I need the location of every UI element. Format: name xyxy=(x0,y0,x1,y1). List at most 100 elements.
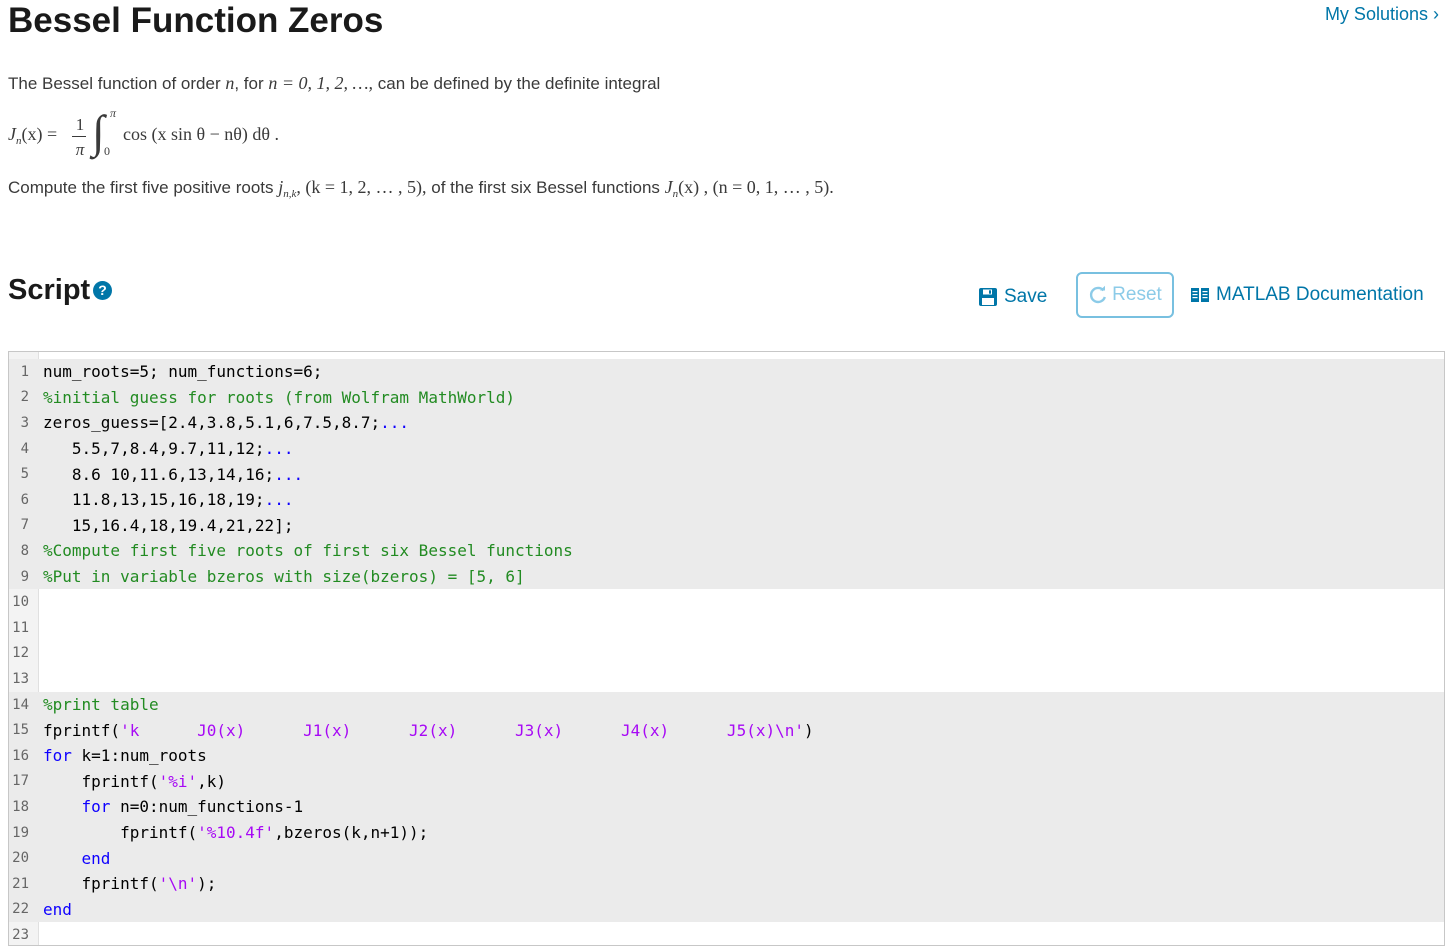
line-number: 18 xyxy=(12,798,29,815)
my-solutions-label: My Solutions xyxy=(1324,4,1428,24)
refresh-icon xyxy=(1090,285,1107,304)
code-line[interactable]: 10 xyxy=(9,589,1444,615)
line-number: 15 xyxy=(12,722,29,739)
code-line: 2 %initial guess for roots (from Wolfram … xyxy=(9,384,1444,411)
line-number: 12 xyxy=(12,645,29,662)
code-editor[interactable]: 1 num_roots=5; num_functions=6; 2 %initial … xyxy=(8,351,1445,946)
line-number: 7 xyxy=(20,517,29,534)
floppy-disk-icon xyxy=(979,288,997,306)
code-token: fprintf( xyxy=(43,771,159,791)
reset-button[interactable]: Reset xyxy=(1076,272,1174,318)
line-number: 11 xyxy=(12,619,29,636)
save-label: Save xyxy=(1004,286,1048,307)
code-text: %print table xyxy=(38,695,1444,714)
line-number: 1 xyxy=(20,363,29,380)
line-number: 8 xyxy=(20,542,29,559)
intro-text-3: can be defined by the definite integral xyxy=(373,74,661,93)
code-token: fprintf( xyxy=(43,720,121,740)
code-line: 22 end xyxy=(9,896,1444,923)
line-number: 21 xyxy=(12,875,29,892)
code-text: end xyxy=(38,900,1444,919)
code-token: 5.5,7,8.4,9.7,11,12; xyxy=(43,439,265,459)
formula-numerator: 1 xyxy=(75,115,85,134)
code-text: fprintf('k J0(x) J1(x) J2(x) J3(x) J4(x)… xyxy=(38,721,1444,740)
code-token: end xyxy=(81,848,111,868)
code-line: 1 num_roots=5; num_functions=6; xyxy=(9,359,1444,385)
formula-integrand: cos (x sin θ − nθ) dθ . xyxy=(123,124,280,144)
intro-equation: n = 0, 1, 2, …, xyxy=(268,73,374,93)
code-token: ); xyxy=(197,874,217,894)
code-line: 3 zeros_guess=[2.4,3.8,5.1,6,7.5,8.7;... xyxy=(9,410,1444,436)
line-number: 20 xyxy=(12,850,29,867)
code-text: %initial guess for roots (from Wolfram M… xyxy=(38,388,1444,407)
code-token: for xyxy=(43,746,72,766)
book-icon xyxy=(1191,288,1209,302)
code-text: 15,16.4,18,19.4,21,22]; xyxy=(38,516,1444,535)
code-token: '\n' xyxy=(158,874,198,894)
code-token: n=0:num_functions-1 xyxy=(110,797,304,817)
formula-lhs: Jn(x) = xyxy=(8,124,58,147)
code-token: 15,16.4,18,19.4,21,22]; xyxy=(43,515,294,535)
code-token: 11.8,13,15,16,18,19; xyxy=(43,490,265,510)
code-token: ... xyxy=(264,490,294,510)
reset-label: Reset xyxy=(1112,284,1162,305)
formula-fraction-bar xyxy=(72,136,86,137)
code-text: end xyxy=(38,849,1444,868)
intro-text-2: , for xyxy=(234,74,269,93)
code-text: %Compute first five roots of first six B… xyxy=(38,541,1444,560)
line-number: 22 xyxy=(12,901,29,918)
code-token: '%i' xyxy=(158,771,198,791)
code-line: 18 for n=0:num_functions-1 xyxy=(9,794,1444,820)
code-text: 11.8,13,15,16,18,19;... xyxy=(38,490,1444,509)
code-token: ) xyxy=(804,720,814,740)
code-token: k=1:num_roots xyxy=(71,746,207,766)
formula-denominator: π xyxy=(75,140,85,159)
code-line: 8 %Compute first five roots of first six … xyxy=(9,538,1444,564)
integral-upper-limit: π xyxy=(110,106,117,120)
code-token: ... xyxy=(380,413,410,433)
code-line: 16 for k=1:num_roots xyxy=(9,743,1444,769)
matlab-documentation-link[interactable]: MATLAB Documentation xyxy=(1190,281,1424,309)
code-token: %print table xyxy=(43,695,159,715)
code-line[interactable]: 12 xyxy=(9,641,1444,667)
my-solutions-link[interactable]: My Solutions › xyxy=(1325,2,1439,26)
save-button[interactable]: Save xyxy=(978,283,1047,311)
line-number: 5 xyxy=(20,466,29,483)
line-number: 9 xyxy=(20,568,29,585)
code-text: num_roots=5; num_functions=6; xyxy=(38,362,1444,381)
line-number: 14 xyxy=(12,696,29,713)
task-j-sub: n,k xyxy=(283,188,297,200)
chevron-right-icon: › xyxy=(1433,4,1439,24)
code-line: 20 end xyxy=(9,845,1444,871)
code-line: 6 11.8,13,15,16,18,19;... xyxy=(9,487,1444,513)
task-text: Compute the first five positive roots xyxy=(8,178,279,197)
code-text: fprintf('\n'); xyxy=(38,874,1444,893)
code-token: fprintf( xyxy=(43,823,198,843)
code-line[interactable]: 13 xyxy=(9,666,1444,692)
code-text: fprintf('%i',k) xyxy=(38,772,1444,791)
task-n-range: (x) , (n = 0, 1, … , 5). xyxy=(678,177,834,197)
code-token: '%10.4f' xyxy=(197,823,275,843)
problem-intro: The Bessel function of order n, for n = … xyxy=(8,71,660,96)
problem-task: Compute the first five positive roots jn… xyxy=(8,175,834,206)
code-line: 9 %Put in variable bzeros with size(bzero… xyxy=(9,563,1444,590)
code-text: for n=0:num_functions-1 xyxy=(38,797,1444,816)
line-number: 10 xyxy=(12,594,29,611)
code-line: 21 fprintf('\n'); xyxy=(9,871,1444,897)
code-token: 8.6 10,11.6,13,14,16; xyxy=(43,464,275,484)
page-title: Bessel Function Zeros xyxy=(8,1,384,40)
code-token: ,k) xyxy=(197,771,227,791)
code-line[interactable]: 11 xyxy=(9,615,1444,641)
line-number: 4 xyxy=(20,440,29,457)
matlab-documentation-label: MATLAB Documentation xyxy=(1216,284,1424,305)
line-number: 3 xyxy=(20,414,29,431)
code-text: %Put in variable bzeros with size(bzeros… xyxy=(38,567,1444,586)
intro-n: n xyxy=(225,73,235,93)
help-icon[interactable]: ? xyxy=(93,281,112,300)
code-line: 4 5.5,7,8.4,9.7,11,12;... xyxy=(9,435,1444,462)
integral-sign: ∫ xyxy=(92,106,105,157)
code-line[interactable]: 23 xyxy=(9,922,1444,945)
code-token: for xyxy=(81,797,111,817)
